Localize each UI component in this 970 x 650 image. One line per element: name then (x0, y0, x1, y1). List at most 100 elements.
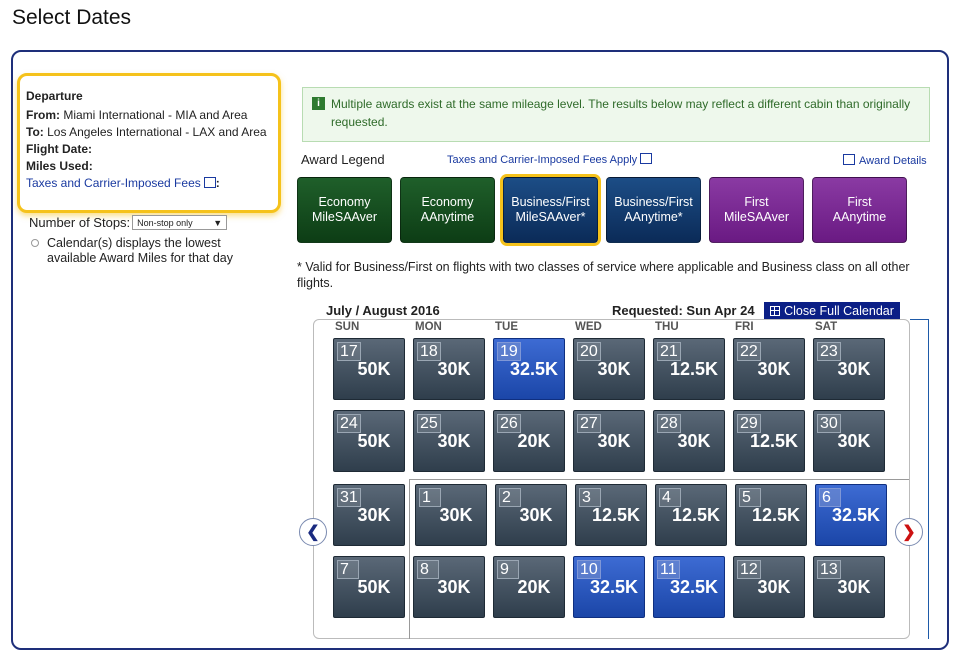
calendar-day-cell[interactable]: 23 30K (813, 338, 885, 400)
calendar-day-cell[interactable]: 9 20K (493, 556, 565, 618)
legend-label: Business/First AAnytime* (614, 195, 693, 225)
day-of-week-fri: FRI (735, 321, 754, 333)
calendar-day-cell[interactable]: 6 32.5K (815, 484, 887, 546)
external-link-icon[interactable] (203, 177, 216, 188)
calendar-day-cell[interactable]: 28 30K (653, 410, 725, 472)
legend-line1: Economy (318, 195, 371, 209)
calendar-day-cell[interactable]: 12 30K (733, 556, 805, 618)
award-miles-value: 30K (357, 505, 391, 525)
calendar-day-cell[interactable]: 3 12.5K (575, 484, 647, 546)
calendar-day-cell[interactable]: 30 30K (813, 410, 885, 472)
flight-date-row: Flight Date: (26, 141, 270, 158)
legend-label: First MileSAAver (724, 195, 789, 225)
legend-business-aanytime[interactable]: Business/First AAnytime* (606, 177, 701, 243)
award-miles-value: 30K (437, 431, 471, 451)
calendar-grid-icon (770, 305, 781, 316)
award-miles-value: 32.5K (669, 577, 719, 597)
stops-label: Number of Stops: (29, 215, 131, 230)
legend-first-aanytime[interactable]: First AAnytime (812, 177, 907, 243)
legend-business-milesaaver[interactable]: Business/First MileSAAver* (503, 177, 598, 243)
from-row: From: Miami International - MIA and Area (26, 107, 270, 124)
stops-row: Number of Stops: Non-stop only ▼ (29, 215, 228, 230)
award-miles-value: 50K (357, 359, 391, 379)
legend-title: Award Legend (301, 152, 385, 167)
award-miles-value: 30K (597, 359, 631, 379)
stops-selected-value: Non-stop only (137, 217, 193, 228)
info-icon: i (312, 97, 325, 110)
fees-apply-link[interactable]: Taxes and Carrier-Imposed Fees Apply (447, 153, 653, 166)
calendar-day-cell[interactable]: 7 50K (333, 556, 405, 618)
day-of-week-tue: TUE (495, 321, 518, 333)
calendar-day-cell[interactable]: 26 20K (493, 410, 565, 472)
legend-economy-milesaaver[interactable]: Economy MileSAAver (297, 177, 392, 243)
legend-economy-aanytime[interactable]: Economy AAnytime (400, 177, 495, 243)
prev-month-button[interactable]: ❮ (299, 518, 327, 546)
calendar-day-cell[interactable]: 20 30K (573, 338, 645, 400)
calendar-note: Calendar(s) displays the lowest availabl… (47, 236, 233, 265)
info-banner-text: Multiple awards exist at the same mileag… (331, 97, 911, 129)
departure-summary: Departure From: Miami International - MI… (17, 73, 281, 213)
legend-label: Economy AAnytime (421, 195, 475, 225)
chevron-right-icon: ❯ (902, 524, 916, 541)
award-miles-value: 30K (437, 577, 471, 597)
legend-label: Economy MileSAAver (312, 195, 377, 225)
award-miles-value: 12.5K (751, 505, 801, 525)
day-of-week-sun: SUN (335, 321, 360, 333)
legend-line1: Business/First (511, 195, 590, 209)
calendar-day-cell[interactable]: 2 30K (495, 484, 567, 546)
award-miles-value: 30K (837, 359, 871, 379)
day-of-week-sat: SAT (815, 321, 838, 333)
award-miles-value: 30K (597, 431, 631, 451)
legend-label: Business/First MileSAAver* (511, 195, 590, 225)
award-miles-value: 30K (837, 431, 871, 451)
calendar-day-cell[interactable]: 5 12.5K (735, 484, 807, 546)
calendar-month-label: July / August 2016 (326, 303, 440, 318)
award-details-text: Award Details (859, 155, 927, 167)
external-link-icon (640, 153, 653, 164)
dropdown-arrow-icon: ▼ (213, 217, 223, 228)
calendar-day-cell[interactable]: 19 32.5K (493, 338, 565, 400)
calendar-day-cell[interactable]: 24 50K (333, 410, 405, 472)
calendar-day-cell[interactable]: 11 32.5K (653, 556, 725, 618)
calendar-day-cell[interactable]: 1 30K (415, 484, 487, 546)
stops-select[interactable]: Non-stop only ▼ (132, 215, 228, 230)
award-miles-value: 32.5K (831, 505, 881, 525)
next-month-button[interactable]: ❯ (895, 518, 923, 546)
legend-line2: AAnytime* (624, 210, 683, 224)
legend-line2: MileSAAver (723, 210, 790, 224)
flight-date-label: Flight Date: (26, 142, 92, 156)
external-link-icon (843, 154, 855, 165)
close-full-calendar-button[interactable]: Close Full Calendar (764, 302, 900, 319)
award-miles-value: 50K (357, 577, 391, 597)
calendar-day-cell[interactable]: 27 30K (573, 410, 645, 472)
calendar-day-cell[interactable]: 31 30K (333, 484, 405, 546)
legend-line1: First (847, 195, 872, 209)
requested-date: Requested: Sun Apr 24 (612, 303, 755, 318)
award-details-link[interactable]: Award Details (843, 154, 927, 167)
calendar-day-cell[interactable]: 4 12.5K (655, 484, 727, 546)
calendar-day-cell[interactable]: 10 32.5K (573, 556, 645, 618)
award-miles-value: 30K (757, 359, 791, 379)
from-label: From: (26, 108, 60, 122)
calendar-day-cell[interactable]: 18 30K (413, 338, 485, 400)
award-miles-value: 50K (357, 431, 391, 451)
award-miles-value: 20K (517, 431, 551, 451)
calendar-day-cell[interactable]: 13 30K (813, 556, 885, 618)
legend-label: First AAnytime (833, 195, 887, 225)
award-miles-value: 12.5K (591, 505, 641, 525)
fees-link[interactable]: Taxes and Carrier-Imposed Fees (26, 176, 201, 190)
calendar-day-cell[interactable]: 22 30K (733, 338, 805, 400)
calendar-day-cell[interactable]: 29 12.5K (733, 410, 805, 472)
award-miles-value: 30K (837, 577, 871, 597)
award-miles-value: 32.5K (589, 577, 639, 597)
calendar-note-row: Calendar(s) displays the lowest availabl… (31, 236, 257, 266)
calendar-day-cell[interactable]: 17 50K (333, 338, 405, 400)
calendar-day-cell[interactable]: 25 30K (413, 410, 485, 472)
calendar-day-cell[interactable]: 21 12.5K (653, 338, 725, 400)
calendar-day-cell[interactable]: 8 30K (413, 556, 485, 618)
day-of-week-wed: WED (575, 321, 602, 333)
fees-row: Taxes and Carrier-Imposed Fees: (26, 175, 270, 192)
calendar-option-radio[interactable] (31, 239, 39, 247)
award-miles-value: 30K (439, 505, 473, 525)
legend-first-milesaaver[interactable]: First MileSAAver (709, 177, 804, 243)
